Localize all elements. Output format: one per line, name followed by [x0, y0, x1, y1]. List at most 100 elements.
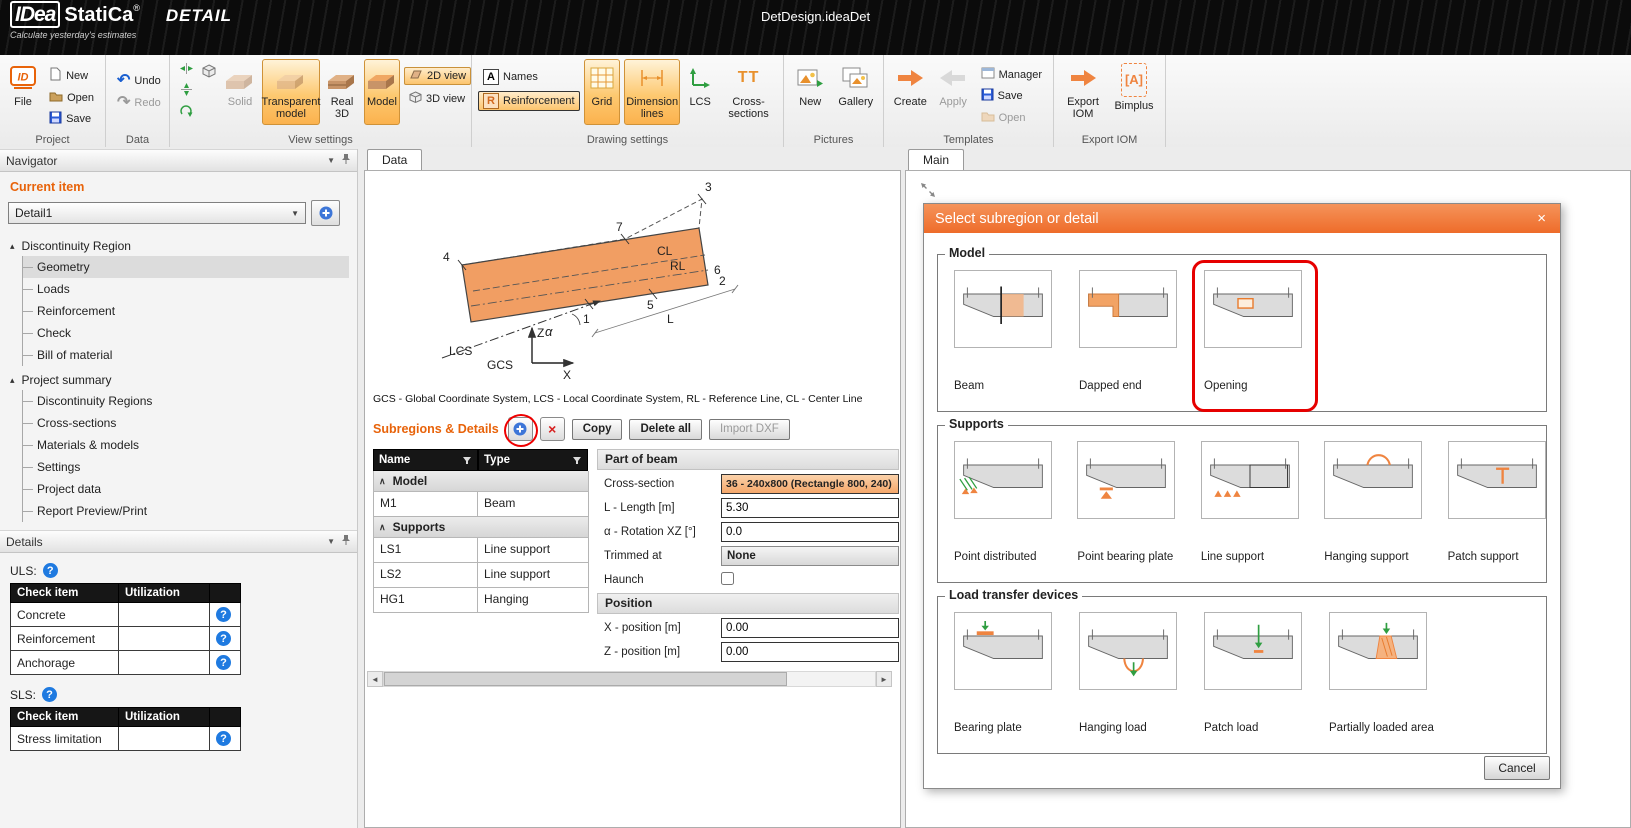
save-button[interactable]: Save: [44, 109, 99, 129]
help-icon[interactable]: ?: [42, 687, 57, 702]
table-row-ls1[interactable]: LS1 Line support: [373, 538, 589, 563]
model-button[interactable]: Model: [364, 59, 400, 125]
group-row-model[interactable]: ∧ Model: [373, 471, 589, 492]
cancel-button[interactable]: Cancel: [1484, 756, 1550, 780]
filter-icon[interactable]: [572, 456, 582, 465]
open-button[interactable]: Open: [44, 88, 99, 107]
tree-item-project-data[interactable]: Project data: [23, 478, 349, 500]
solid-button[interactable]: Solid: [222, 59, 258, 125]
table-row-hg1[interactable]: HG1 Hanging: [373, 588, 589, 613]
filter-icon[interactable]: [462, 456, 472, 465]
card-patch-load[interactable]: Patch load: [1204, 612, 1304, 734]
card-opening[interactable]: Opening: [1204, 270, 1304, 392]
group-row-supports[interactable]: ∧ Supports: [373, 517, 589, 538]
file-button[interactable]: ID File: [6, 59, 40, 117]
delete-all-button[interactable]: Delete all: [629, 419, 702, 440]
bimplus-button[interactable]: [A] Bimplus: [1110, 59, 1158, 125]
tree-item-bill-of-material[interactable]: Bill of material: [23, 344, 349, 366]
help-icon[interactable]: ?: [43, 563, 58, 578]
horizontal-scrollbar[interactable]: ◄ ►: [367, 671, 892, 687]
collapse-panel-icon[interactable]: ▼: [327, 156, 335, 165]
template-save-button[interactable]: Save: [976, 86, 1047, 106]
help-icon[interactable]: ?: [216, 731, 231, 746]
gallery-button[interactable]: Gallery: [835, 59, 877, 125]
tree-item-cross-sections[interactable]: Cross-sections: [23, 412, 349, 434]
card-point-bearing-plate[interactable]: Point bearing plate: [1077, 441, 1175, 563]
tree-section-discontinuity-region[interactable]: ▴ Discontinuity Region: [8, 236, 349, 256]
table-row-ls2[interactable]: LS2 Line support: [373, 563, 589, 588]
scroll-right-button[interactable]: ►: [876, 671, 892, 687]
redo-button[interactable]: ↷ Redo: [112, 95, 166, 111]
import-dxf-button[interactable]: Import DXF: [709, 419, 790, 440]
reinforcement-button[interactable]: R Reinforcement: [478, 91, 580, 111]
template-manager-button[interactable]: Manager: [976, 65, 1047, 84]
card-beam[interactable]: Beam: [954, 270, 1054, 392]
pin-icon[interactable]: [341, 153, 351, 168]
transparent-model-button[interactable]: Transparent model: [262, 59, 320, 125]
template-create-button[interactable]: Create: [890, 59, 931, 125]
undo-button[interactable]: ↶ Undo: [112, 73, 166, 89]
card-hanging-support[interactable]: Hanging support: [1324, 441, 1422, 563]
tree-item-loads[interactable]: Loads: [23, 278, 349, 300]
scroll-left-button[interactable]: ◄: [367, 671, 383, 687]
help-icon[interactable]: ?: [216, 607, 231, 622]
expand-view-button[interactable]: [919, 181, 936, 198]
copy-button[interactable]: Copy: [572, 419, 623, 440]
card-bearing-plate[interactable]: Bearing plate: [954, 612, 1054, 734]
flip-horizontal-button[interactable]: [176, 59, 196, 78]
close-icon[interactable]: ×: [1534, 210, 1549, 227]
view-2d-button[interactable]: 2D view: [404, 67, 471, 85]
length-input[interactable]: [721, 498, 899, 518]
add-detail-button[interactable]: [311, 200, 340, 226]
card-patch-support[interactable]: Patch support: [1448, 441, 1546, 563]
tree-item-settings[interactable]: Settings: [23, 456, 349, 478]
tree-section-project-summary[interactable]: ▴ Project summary: [8, 370, 349, 390]
tab-main[interactable]: Main: [908, 149, 964, 171]
tree-item-discontinuity-regions[interactable]: Discontinuity Regions: [23, 390, 349, 412]
trimmed-at-dropdown[interactable]: None: [721, 546, 899, 566]
export-iom-button[interactable]: Export IOM: [1060, 59, 1106, 125]
expander-icon[interactable]: ▴: [10, 241, 15, 252]
dimension-lines-button[interactable]: Dimension lines: [624, 59, 680, 125]
tree-item-geometry[interactable]: Geometry: [23, 256, 349, 278]
flip-vertical-button[interactable]: [176, 80, 196, 99]
view-3d-button[interactable]: 3D view: [404, 89, 471, 109]
card-hanging-load[interactable]: Hanging load: [1079, 612, 1179, 734]
template-apply-button[interactable]: Apply: [935, 59, 972, 125]
card-dapped-end[interactable]: Dapped end: [1079, 270, 1179, 392]
isometric-view-button[interactable]: [200, 61, 218, 80]
pin-icon[interactable]: [341, 534, 351, 549]
card-line-support[interactable]: Line support: [1201, 441, 1299, 563]
x-position-input[interactable]: [721, 618, 899, 638]
grid-button[interactable]: Grid: [584, 59, 621, 125]
tree-item-materials-models[interactable]: Materials & models: [23, 434, 349, 456]
scrollbar-thumb[interactable]: [384, 672, 787, 686]
cross-section-button[interactable]: 36 - 240x800 (Rectangle 800, 240): [721, 474, 899, 494]
help-icon[interactable]: ?: [216, 631, 231, 646]
cross-sections-button[interactable]: TT Cross-sections: [720, 59, 777, 125]
template-open-button[interactable]: Open: [976, 108, 1047, 127]
detail-selector-dropdown[interactable]: Detail1 ▼: [8, 202, 306, 224]
add-subregion-button[interactable]: [508, 417, 533, 441]
help-icon[interactable]: ?: [216, 655, 231, 670]
lcs-button[interactable]: LCS: [684, 59, 716, 125]
rotate-view-button[interactable]: [176, 101, 196, 120]
card-partially-loaded-area[interactable]: Partially loaded area: [1329, 612, 1449, 734]
names-button[interactable]: A Names: [478, 67, 580, 87]
picture-new-button[interactable]: New: [790, 59, 831, 125]
tab-data[interactable]: Data: [367, 149, 422, 171]
collapse-panel-icon[interactable]: ▼: [327, 537, 335, 546]
dialog-header[interactable]: Select subregion or detail ×: [924, 204, 1560, 233]
expander-icon[interactable]: ▴: [10, 375, 15, 386]
real-3d-button[interactable]: Real 3D: [324, 59, 360, 125]
tree-item-reinforcement[interactable]: Reinforcement: [23, 300, 349, 322]
z-position-input[interactable]: [721, 642, 899, 662]
new-button[interactable]: New: [44, 65, 99, 86]
card-point-distributed[interactable]: Point distributed: [954, 441, 1052, 563]
table-row-m1[interactable]: M1 Beam: [373, 492, 589, 517]
scrollbar-track[interactable]: [383, 671, 876, 687]
rotation-input[interactable]: [721, 522, 899, 542]
haunch-checkbox[interactable]: [721, 572, 734, 585]
delete-subregion-button[interactable]: ×: [540, 417, 565, 441]
tree-item-check[interactable]: Check: [23, 322, 349, 344]
